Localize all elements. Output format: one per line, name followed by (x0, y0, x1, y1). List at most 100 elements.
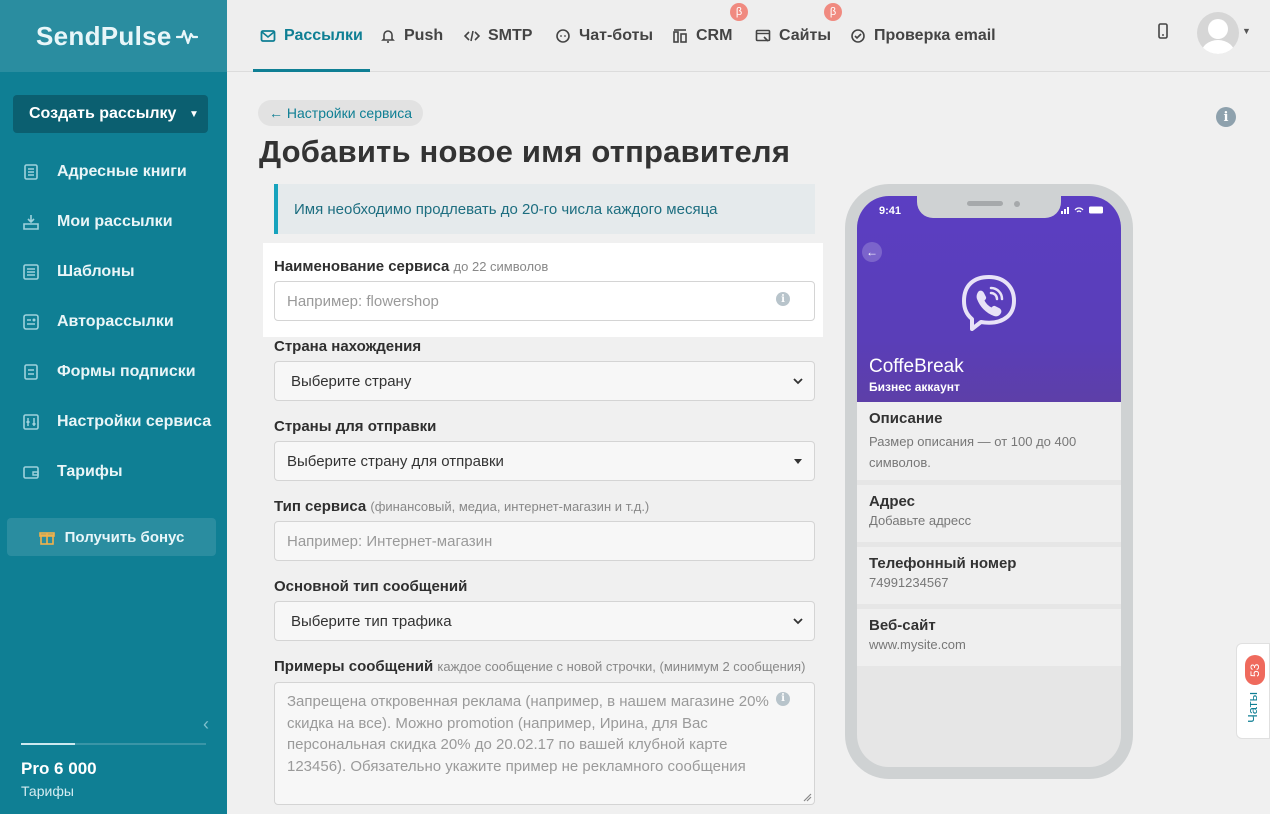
tab-crm[interactable]: CRM (672, 0, 732, 72)
sidebar-item-automation[interactable]: Авторассылки (0, 297, 227, 347)
create-dropdown-toggle[interactable]: ▼ (180, 95, 208, 133)
tab-label: Чат-боты (579, 27, 654, 44)
info-icon[interactable]: i (1216, 107, 1236, 127)
tab-push[interactable]: Push (380, 0, 443, 72)
chats-widget[interactable]: 53 Чаты (1236, 643, 1270, 739)
label-text: Тип сервиса (274, 498, 367, 515)
back-to-service-settings-link[interactable]: ← Настройки сервиса (258, 100, 424, 126)
tab-label: Сайты (779, 27, 831, 44)
textarea-placeholder: Запрещена откровенная реклама (например,… (287, 693, 769, 775)
chevron-down-icon (793, 618, 803, 625)
sidebar-item-campaigns[interactable]: Мои рассылки (0, 197, 227, 247)
page-title: Добавить новое имя отправителя (259, 134, 791, 169)
sidebar-nav: Адресные книги Мои рассылки Шаблоны Авто… (0, 147, 227, 497)
service-name-label: Наименование сервиса до 22 символов (274, 258, 548, 275)
service-type-label: Тип сервиса (финансовый, медиа, интернет… (274, 498, 649, 515)
send-countries-label: Страны для отправки (274, 418, 437, 435)
settings-icon (22, 413, 40, 431)
plan-usage-fill (21, 743, 75, 745)
card-title: Веб-сайт (869, 617, 936, 634)
send-countries-select[interactable]: Выберите страну для отправки (274, 441, 815, 481)
camera (1014, 201, 1020, 207)
plan-tariffs-link[interactable]: Тарифы (21, 783, 74, 799)
renewal-notice: Имя необходимо продлевать до 20-го числа… (274, 184, 815, 234)
input-placeholder: Например: flowershop (287, 292, 439, 310)
info-icon[interactable]: i (776, 692, 790, 706)
label-hint: (финансовый, медиа, интернет-магазин и т… (370, 499, 650, 514)
examples-textarea[interactable]: Запрещена откровенная реклама (например,… (274, 682, 815, 805)
tab-label: Рассылки (284, 27, 363, 44)
tab-smtp[interactable]: SMTP (464, 0, 532, 72)
card-value: 74991234567 (869, 575, 949, 590)
caret-down-icon (794, 459, 802, 464)
user-icon (1201, 19, 1235, 54)
country-select[interactable]: Выберите страну (274, 361, 815, 401)
automation-icon (22, 313, 40, 331)
sidebar-item-service-settings[interactable]: Настройки сервиса (0, 397, 227, 447)
card-value: Добавьте адресс (869, 513, 972, 528)
sendpulse-logo[interactable]: SendPulse (36, 21, 198, 52)
mobile-icon[interactable] (1156, 23, 1170, 41)
card-title: Телефонный номер (869, 555, 1017, 572)
tab-campaigns[interactable]: Рассылки (253, 0, 370, 72)
campaigns-icon (22, 213, 40, 231)
brand-name: SendPulse (36, 20, 172, 51)
viber-icon (962, 275, 1016, 331)
crm-icon (673, 29, 687, 43)
tab-label: Проверка email (874, 27, 996, 44)
tab-label: CRM (696, 27, 733, 44)
back-arrow-icon: ← (862, 242, 882, 262)
resize-handle-icon[interactable] (802, 792, 812, 802)
speaker (967, 201, 1003, 206)
service-type-input[interactable]: Например: Интернет-магазин (274, 521, 815, 561)
country-label: Страна нахождения (274, 338, 422, 355)
create-campaign-label: Создать рассылку (29, 105, 177, 122)
sidebar-item-label: Тарифы (57, 463, 123, 480)
pulse-icon (175, 29, 198, 45)
chevron-down-icon (793, 378, 803, 385)
examples-label: Примеры сообщений каждое сообщение с нов… (274, 658, 805, 675)
sidebar-item-address-books[interactable]: Адресные книги (0, 147, 227, 197)
chats-count-badge: 53 (1245, 655, 1265, 685)
info-icon[interactable]: i (776, 292, 790, 306)
notice-text: Имя необходимо продлевать до 20-го числа… (294, 200, 718, 218)
tab-label: Push (404, 27, 444, 44)
bell-icon (381, 30, 395, 43)
phone-number-card: Телефонный номер 74991234567 (857, 547, 1121, 604)
label-text: Наименование сервиса (274, 258, 450, 275)
tab-label: SMTP (488, 27, 533, 44)
account-name: CoffeBreak (869, 356, 964, 377)
check-icon (851, 29, 865, 43)
collapse-sidebar-icon[interactable]: ‹ (203, 714, 209, 735)
wallet-icon (22, 463, 40, 481)
label-hint: каждое сообщение с новой строчки, (миним… (437, 659, 806, 674)
tab-sites[interactable]: Сайты (755, 0, 831, 72)
sidebar-item-tariffs[interactable]: Тарифы (0, 447, 227, 497)
tab-chatbots[interactable]: Чат-боты (555, 0, 653, 72)
sidebar-item-templates[interactable]: Шаблоны (0, 247, 227, 297)
card-title: Адрес (869, 493, 916, 510)
gift-icon (38, 532, 55, 545)
message-type-label: Основной тип сообщений (274, 578, 468, 595)
account-type: Бизнес аккаунт (869, 380, 960, 394)
service-name-input[interactable]: Например: flowershop i (274, 281, 815, 321)
phone-screen: 9:41 ← CoffeBreak Бизнес аккаунт Описани… (857, 196, 1121, 767)
card-title: Описание (869, 410, 943, 427)
address-card: Адрес Добавьте адресс (857, 485, 1121, 542)
top-navigation: Рассылки Push SMTP Чат-боты CRM β Сайты … (227, 0, 1270, 72)
user-avatar[interactable] (1197, 12, 1239, 54)
tab-email-check[interactable]: Проверка email (850, 0, 996, 72)
website-card: Веб-сайт www.mysite.com (857, 609, 1121, 666)
get-bonus-button[interactable]: Получить бонус (7, 518, 216, 556)
create-campaign-button[interactable]: Создать рассылку ▼ (13, 95, 208, 133)
logo-area: SendPulse (0, 0, 227, 72)
input-placeholder: Например: Интернет-магазин (287, 532, 493, 550)
sidebar-item-forms[interactable]: Формы подписки (0, 347, 227, 397)
select-value: Выберите страну (291, 372, 412, 390)
forms-icon (22, 363, 40, 381)
message-type-select[interactable]: Выберите тип трафика (274, 601, 815, 641)
card-value: www.mysite.com (869, 637, 966, 652)
chevron-down-icon[interactable]: ▼ (1242, 26, 1251, 36)
code-icon (464, 30, 480, 42)
viber-profile-header: 9:41 ← CoffeBreak Бизнес аккаунт (857, 196, 1121, 402)
